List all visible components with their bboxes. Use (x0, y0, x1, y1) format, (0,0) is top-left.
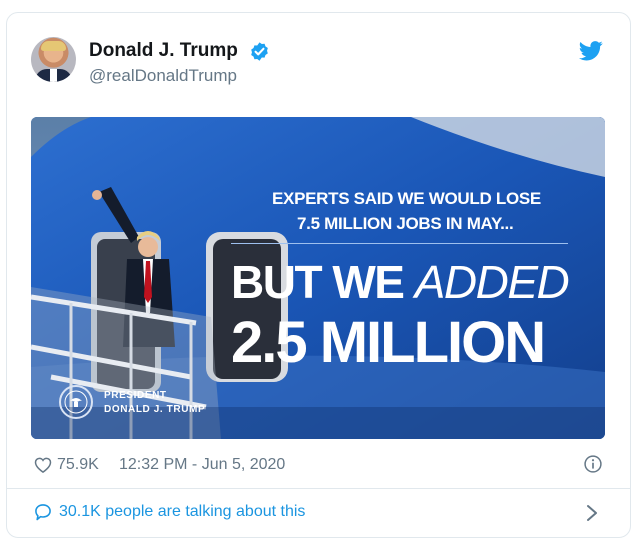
image-big-line1: BUT WE ADDED (231, 256, 570, 308)
author-display-name[interactable]: Donald J. Trump (89, 40, 238, 62)
author-handle[interactable]: @realDonaldTrump (89, 66, 237, 86)
image-divider (231, 243, 568, 244)
info-icon[interactable] (583, 454, 603, 474)
speech-bubble-icon[interactable] (33, 502, 53, 522)
twitter-bird-icon[interactable] (579, 41, 603, 61)
presidential-seal-icon (59, 385, 93, 419)
seal-caption-name: DONALD J. TRUMP (104, 404, 206, 415)
image-big-number: 2.5 MILLION (231, 310, 546, 375)
chevron-right-icon[interactable] (585, 503, 599, 523)
tweet-timestamp[interactable]: 12:32 PM - Jun 5, 2020 (119, 456, 285, 474)
like-count[interactable]: 75.9K (57, 456, 99, 474)
conversation-link[interactable]: 30.1K people are talking about this (59, 503, 305, 521)
tweet-media-image[interactable]: EXPERTS SAID WE WOULD LOSE 7.5 MILLION J… (31, 117, 605, 439)
verified-badge-icon (251, 42, 268, 61)
tweet-card: Donald J. Trump @realDonaldTrump EXPERTS… (6, 12, 631, 538)
image-headline-line1: EXPERTS SAID WE WOULD LOSE (272, 189, 541, 208)
heart-icon[interactable] (33, 455, 53, 475)
image-headline-line2: 7.5 MILLION JOBS IN MAY... (297, 214, 514, 233)
footer-divider (7, 488, 630, 489)
seal-caption-title: PRESIDENT (104, 390, 167, 401)
author-avatar[interactable] (31, 37, 76, 82)
